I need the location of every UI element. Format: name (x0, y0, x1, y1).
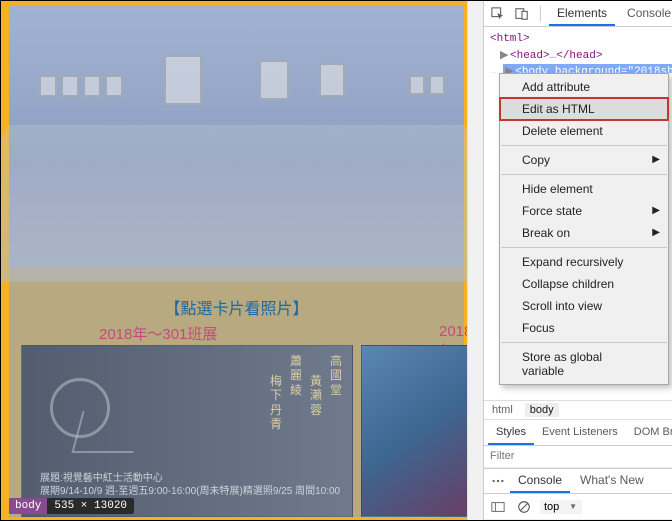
menu-hide-element[interactable]: Hide element (500, 178, 668, 200)
menu-edit-as-html[interactable]: Edit as HTML (500, 98, 668, 120)
tab-elements[interactable]: Elements (549, 1, 615, 26)
tab-console[interactable]: Console (619, 1, 672, 26)
clear-console-icon[interactable] (514, 497, 534, 517)
art-frame (259, 60, 289, 100)
menu-add-attribute[interactable]: Add attribute (500, 76, 668, 98)
context-menu: Add attribute Edit as HTML Delete elemen… (499, 73, 669, 385)
art-frame (61, 75, 79, 97)
scrollbar-track[interactable] (467, 1, 483, 520)
art-frame (105, 75, 123, 97)
card-logo-icon (50, 378, 110, 438)
tooltip-dimensions: 535 × 13020 (47, 498, 134, 514)
chevron-right-icon: ▶ (652, 205, 660, 216)
chevron-right-icon: ▶ (652, 227, 660, 238)
dom-tree[interactable]: <html> ▶<head>…</head> … ▶<body backgrou… (484, 27, 672, 73)
card-title: 梅下丹青 (270, 374, 286, 432)
menu-delete-element[interactable]: Delete element (500, 120, 668, 142)
inspect-highlight-overlay: 【點選卡片看照片】 2018年～301班展 2018年 高國堂 黃瀨蓉 蕭麗綾 … (9, 5, 464, 517)
device-toggle-icon[interactable] (512, 4, 532, 24)
photo-card[interactable] (361, 345, 467, 517)
context-select[interactable]: top (540, 500, 582, 514)
page-viewport: 【點選卡片看照片】 2018年～301班展 2018年 高國堂 黃瀨蓉 蕭麗綾 … (1, 1, 467, 520)
art-frame (429, 75, 445, 95)
chevron-right-icon: ▶ (652, 154, 660, 165)
styles-tabs: Styles Event Listeners DOM Break (484, 420, 672, 446)
crumb-item[interactable]: html (492, 404, 513, 416)
tooltip-tag: body (9, 498, 47, 514)
menu-focus[interactable]: Focus (500, 317, 668, 339)
art-frame (319, 63, 345, 97)
menu-store-global[interactable]: Store as global variable (500, 346, 668, 382)
menu-scroll-into-view[interactable]: Scroll into view (500, 295, 668, 317)
gallery-pano (9, 5, 464, 267)
menu-force-state[interactable]: Force state▶ (500, 200, 668, 222)
artist-name: 蕭麗綾 (290, 354, 306, 397)
tab-whats-new[interactable]: What's New (572, 469, 652, 493)
menu-collapse-children[interactable]: Collapse children (500, 273, 668, 295)
tab-event-listeners[interactable]: Event Listeners (534, 420, 626, 445)
photo-card[interactable]: 高國堂 黃瀨蓉 蕭麗綾 梅下丹青 展題:視覺藝中紅士活動中心 展期9/14-10… (21, 345, 353, 517)
menu-break-on[interactable]: Break on▶ (500, 222, 668, 244)
art-frame (39, 75, 57, 97)
devtools-toolbar: Elements Console (484, 1, 672, 27)
year-label: 2018年～301班展 (99, 323, 217, 344)
menu-copy[interactable]: Copy▶ (500, 149, 668, 171)
menu-expand-recursively[interactable]: Expand recursively (500, 251, 668, 273)
more-icon[interactable] (488, 471, 508, 491)
artist-name: 黃瀨蓉 (310, 374, 326, 417)
filter-input[interactable] (490, 450, 672, 462)
tab-styles[interactable]: Styles (488, 420, 534, 445)
art-frame (83, 75, 101, 97)
element-tooltip: body 535 × 13020 (9, 498, 134, 514)
artist-name: 高國堂 (330, 354, 346, 397)
console-toolbar: top (484, 494, 672, 520)
tab-dom-breakpoints[interactable]: DOM Break (626, 420, 672, 445)
drawer-tabs: Console What's New (484, 468, 672, 494)
instruction-text: 【點選卡片看照片】 (9, 295, 464, 319)
card-caption: 展題:視覺藝中紅士活動中心 展期9/14-10/9 週-至週五9:00-16:0… (40, 472, 340, 498)
inspect-icon[interactable] (488, 4, 508, 24)
art-frame (409, 75, 425, 95)
crumb-item[interactable]: body (525, 403, 559, 417)
sidebar-toggle-icon[interactable] (488, 497, 508, 517)
breadcrumb[interactable]: html body (484, 400, 672, 420)
art-frame (164, 55, 202, 105)
tab-console-drawer[interactable]: Console (510, 469, 570, 493)
